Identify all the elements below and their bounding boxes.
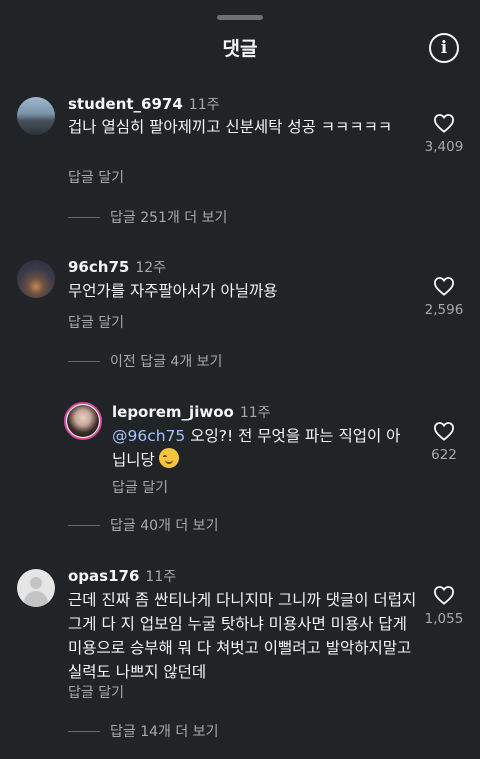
drag-handle[interactable] xyxy=(217,15,263,20)
view-replies-button[interactable]: 답글 251개 더 보기 xyxy=(68,207,227,227)
like-count: 2,596 xyxy=(424,302,464,318)
info-icon: i xyxy=(440,37,448,58)
comment-time: 12주 xyxy=(135,260,167,276)
view-replies-button[interactable]: 답글 14개 더 보기 xyxy=(68,721,218,741)
mention-link[interactable]: @96ch75 xyxy=(112,427,185,445)
comment-username[interactable]: opas176 11주 xyxy=(68,566,176,586)
heart-icon xyxy=(433,277,455,296)
info-button[interactable]: i xyxy=(429,33,459,63)
heart-icon xyxy=(433,422,455,441)
avatar[interactable] xyxy=(17,569,55,607)
like-button[interactable]: 622 xyxy=(417,421,471,463)
like-button[interactable]: 3,409 xyxy=(417,113,471,155)
reply-button[interactable]: 답글 달기 xyxy=(68,312,124,332)
avatar[interactable] xyxy=(17,260,55,298)
comment-username[interactable]: leporem_jiwoo 11주 xyxy=(112,402,271,422)
heart-icon xyxy=(433,586,455,605)
comment-time: 11주 xyxy=(188,97,220,113)
page-title: 댓글 xyxy=(222,38,258,60)
comment-text: 근데 진짜 좀 싼티나게 다니지마 그니까 댓글이 더럽지 그게 다 지 업보임… xyxy=(68,591,417,681)
comment-text: 겁나 열심히 팔아제끼고 신분세탁 성공 ㅋㅋㅋㅋㅋ xyxy=(68,118,393,136)
reply-button[interactable]: 답글 달기 xyxy=(112,477,168,497)
smile-emoji xyxy=(158,448,179,468)
avatar[interactable] xyxy=(17,97,55,135)
comment-text: @96ch75 오잉?! 전 무엇을 파는 직업이 아닙니당 xyxy=(112,427,401,469)
comment-time: 11주 xyxy=(145,569,177,585)
like-button[interactable]: 2,596 xyxy=(417,276,471,318)
reply-button[interactable]: 답글 달기 xyxy=(68,682,124,702)
comment-username[interactable]: student_6974 11주 xyxy=(68,94,220,114)
like-count: 3,409 xyxy=(424,139,464,155)
comment-username[interactable]: 96ch75 12주 xyxy=(68,257,166,277)
like-button[interactable]: 1,055 xyxy=(417,585,471,627)
reply-button[interactable]: 답글 달기 xyxy=(68,167,124,187)
like-count: 622 xyxy=(431,447,457,463)
view-replies-button[interactable]: 이전 답글 4개 보기 xyxy=(68,351,222,371)
comment-time: 11주 xyxy=(239,405,271,421)
comment-text: 무언가를 자주팔아서가 아닐까용 xyxy=(68,282,278,300)
heart-icon xyxy=(433,114,455,133)
view-replies-button[interactable]: 답글 40개 더 보기 xyxy=(68,515,218,535)
avatar[interactable] xyxy=(64,402,102,440)
like-count: 1,055 xyxy=(424,611,464,627)
